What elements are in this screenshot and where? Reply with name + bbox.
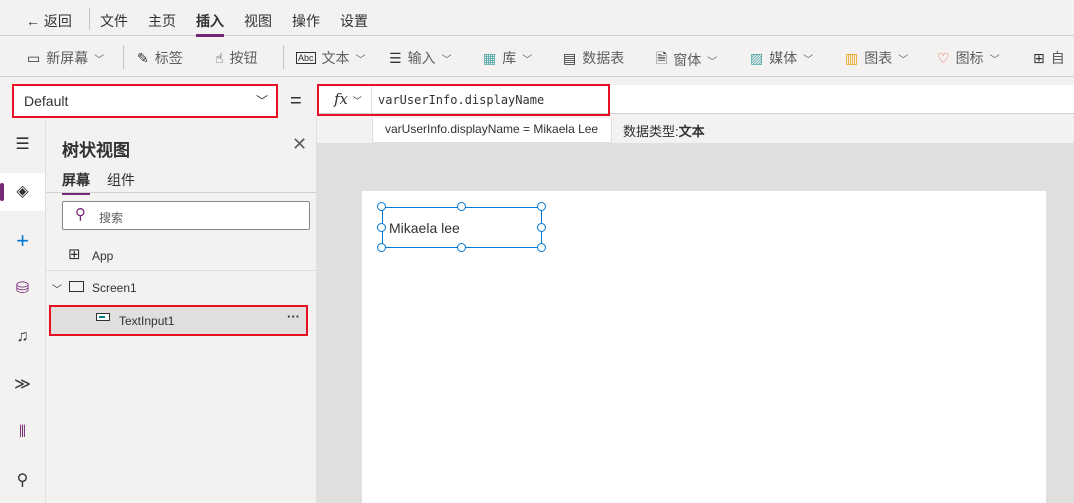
equals-sign: = <box>290 90 302 112</box>
icons-icon: ♡ <box>937 49 950 66</box>
data-type-label: 数据类型:文本 <box>623 124 705 139</box>
hamburger-menu-icon[interactable]: ☰ <box>0 126 45 164</box>
fx-icon: fx <box>334 90 349 108</box>
resize-handle[interactable] <box>457 243 466 252</box>
resize-handle[interactable] <box>537 243 546 252</box>
custom-button[interactable]: ⊞ 自 <box>1033 48 1065 68</box>
text-input-icon <box>96 313 110 321</box>
power-automate-icon[interactable]: ≫ <box>0 366 45 404</box>
ribbon-toolbar: ▭ 新屏幕 ﹀ ✎ 标签 ☝ 按钮 Abc 文本 ﹀ ☰ 输入 ﹀ ▦ 库 ﹀ ▤ 数据表 🗎 窗体 ﹀ … <box>0 37 1074 77</box>
menu-bar: ← 返回 文件 主页 插入 视图 操作 设置 <box>0 0 1074 37</box>
formula-result-hint: varUserInfo.displayName = Mikaela Lee <box>372 118 612 143</box>
fx-button[interactable]: fx ﹀ <box>322 87 372 113</box>
chevron-down-icon: ﹀ <box>255 94 268 108</box>
chevron-down-icon: ﹀ <box>52 285 62 296</box>
textinput1-control[interactable]: Mikaela lee <box>382 207 542 248</box>
resize-handle[interactable] <box>377 223 386 232</box>
screen-icon <box>69 281 84 292</box>
panel-title: 树状视图 <box>62 141 130 160</box>
resize-handle[interactable] <box>457 202 466 211</box>
formula-input[interactable]: varUserInfo.displayName <box>378 93 544 107</box>
menu-file[interactable]: 文件 <box>100 11 128 31</box>
resize-handle[interactable] <box>537 223 546 232</box>
button-button[interactable]: ☝ 按钮 <box>215 48 258 68</box>
table-icon: ▤ <box>563 49 577 66</box>
new-screen-icon: ▭ <box>27 49 41 66</box>
resize-handle[interactable] <box>537 202 546 211</box>
sliders-icon: ☰ <box>389 49 402 66</box>
menu-settings[interactable]: 设置 <box>340 11 368 31</box>
pencil-icon: ✎ <box>137 49 149 66</box>
data-cylinder-icon[interactable]: ⛁ <box>0 270 45 308</box>
close-icon[interactable]: ✕ <box>292 134 307 155</box>
form-button[interactable]: 🗎 窗体 ﹀ <box>656 48 717 72</box>
tree-item-app[interactable]: ⊞ App <box>46 241 316 271</box>
media-button[interactable]: ▨ 媒体 ﹀ <box>750 48 813 68</box>
touch-icon: ☝ <box>215 49 224 66</box>
text-icon: Abc <box>296 52 316 64</box>
search-input[interactable]: ⚲ 搜索 <box>62 201 310 230</box>
bar-chart-icon: ▥ <box>845 49 859 66</box>
more-options-icon[interactable]: ··· <box>287 309 300 324</box>
tree-item-textinput1[interactable]: TextInput1 ··· <box>49 305 308 336</box>
resize-handle[interactable] <box>377 243 386 252</box>
resize-handle[interactable] <box>377 202 386 211</box>
back-button[interactable]: ← 返回 <box>26 11 72 31</box>
text-button[interactable]: Abc 文本 ﹀ <box>296 48 366 68</box>
tree-item-screen1[interactable]: ﹀ Screen1 <box>46 273 316 303</box>
menu-view[interactable]: 视图 <box>244 11 272 31</box>
icons-button[interactable]: ♡ 图标 ﹀ <box>937 48 1000 68</box>
left-rail: ☰ ◈ + ⛁ ♫ ≫ ⫴ ⚲ <box>0 118 46 503</box>
gallery-icon: ▦ <box>483 49 497 66</box>
new-screen-button[interactable]: ▭ 新屏幕 ﹀ <box>27 48 104 68</box>
data-table-button[interactable]: ▤ 数据表 <box>563 48 624 68</box>
input-button[interactable]: ☰ 输入 ﹀ <box>389 48 452 68</box>
property-dropdown[interactable]: Default ﹀ <box>12 84 278 118</box>
app-icon: ⊞ <box>68 246 81 263</box>
form-icon: 🗎 <box>656 50 668 66</box>
tab-components[interactable]: 组件 <box>107 170 135 190</box>
advanced-tools-icon[interactable]: ⫴ <box>0 414 45 452</box>
media-icon[interactable]: ♫ <box>0 318 45 356</box>
image-icon: ▨ <box>750 49 764 66</box>
tab-screens[interactable]: 屏幕 <box>62 170 90 195</box>
back-arrow-icon: ← <box>26 13 40 29</box>
search-icon[interactable]: ⚲ <box>0 462 45 500</box>
search-icon: ⚲ <box>75 206 86 223</box>
menu-home[interactable]: 主页 <box>148 11 176 31</box>
chart-button[interactable]: ▥ 图表 ﹀ <box>845 48 908 68</box>
tree-view-layers-icon[interactable]: ◈ <box>0 173 45 211</box>
insert-plus-icon[interactable]: + <box>0 222 45 260</box>
label-button[interactable]: ✎ 标签 <box>137 48 183 68</box>
custom-component-icon: ⊞ <box>1033 49 1045 66</box>
menu-action[interactable]: 操作 <box>292 11 320 31</box>
menu-insert[interactable]: 插入 <box>196 11 224 37</box>
gallery-button[interactable]: ▦ 库 ﹀ <box>483 48 532 68</box>
